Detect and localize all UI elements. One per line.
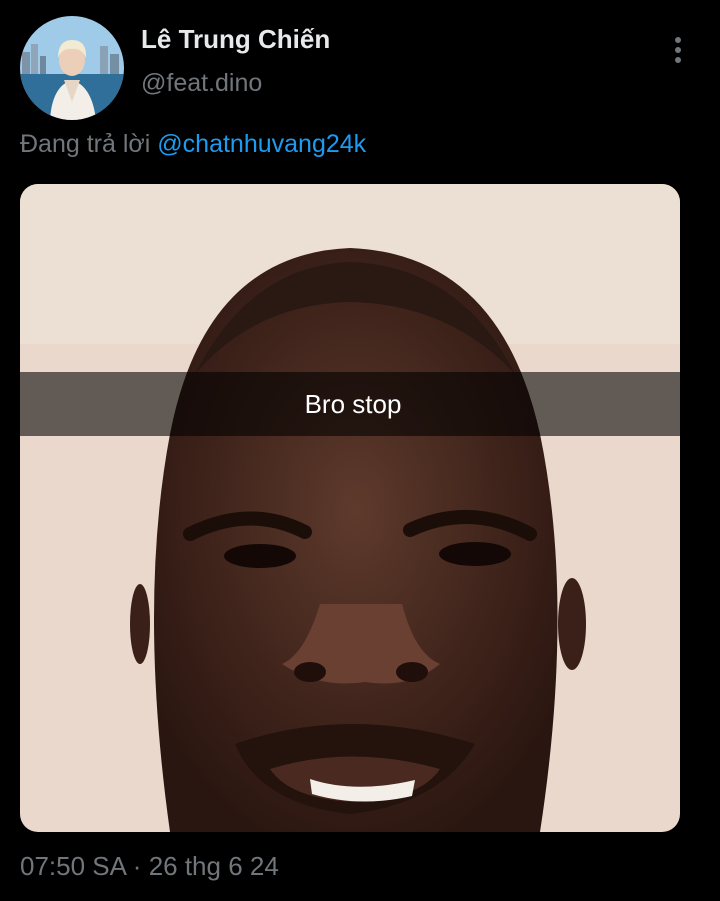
tweet: Lê Trung Chiến @feat.dino Đang trả lời @…	[0, 0, 720, 901]
caption-text: Bro stop	[304, 388, 402, 419]
more-vertical-icon-dot	[675, 57, 681, 63]
tweet-time[interactable]: 07:50 SA	[20, 851, 126, 881]
avatar-image	[20, 16, 124, 120]
meme-photo	[20, 184, 680, 832]
tweet-media[interactable]: Bro stop	[20, 184, 680, 832]
reply-mention-link[interactable]: @chatnhuvang24k	[157, 130, 366, 158]
more-vertical-icon	[675, 37, 681, 43]
reply-context: Đang trả lời @chatnhuvang24k	[20, 130, 366, 159]
author-handle[interactable]: @feat.dino	[141, 69, 262, 98]
more-vertical-icon-dot	[675, 47, 681, 53]
timestamp-separator: ·	[132, 851, 142, 881]
tweet-date: 26 thg 6 24	[148, 851, 279, 881]
more-options-button[interactable]	[662, 30, 694, 70]
caption-bar: Bro stop	[20, 372, 680, 436]
author-display-name[interactable]: Lê Trung Chiến	[141, 24, 330, 55]
avatar[interactable]	[20, 16, 124, 120]
reply-prefix: Đang trả lời	[20, 130, 151, 158]
tweet-timestamp: 07:50 SA · 26 thg 6 24	[20, 851, 279, 882]
